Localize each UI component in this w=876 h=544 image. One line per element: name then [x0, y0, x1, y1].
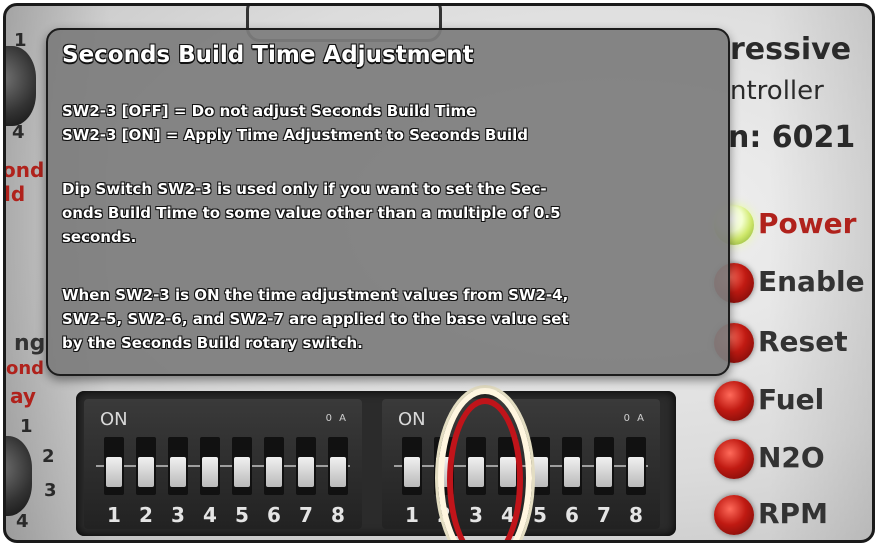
rotary-bottom-mark-1: 1	[20, 416, 33, 437]
switch-knob	[298, 457, 314, 487]
switch-knob	[202, 457, 218, 487]
sw2-number-8: 8	[629, 503, 643, 527]
left-mid-label-2: ond	[6, 358, 45, 379]
tooltip-title: Seconds Build Time Adjustment	[62, 42, 474, 68]
tooltip-paragraph-2-line-2: SW2-5, SW2-6, and SW2-7 are applied to t…	[62, 310, 569, 328]
tooltip-paragraph-2-line-1: When SW2-3 is ON the time adjustment val…	[62, 286, 569, 304]
led-row-n2o: N2O	[706, 435, 872, 485]
power-label: Power	[758, 207, 857, 240]
sw2-switch-7[interactable]	[594, 437, 614, 495]
enable-label: Enable	[758, 265, 865, 298]
sw2-number-1: 1	[405, 503, 419, 527]
sw2-number-7: 7	[597, 503, 611, 527]
sw1-switch-5[interactable]	[232, 437, 252, 495]
dip-bank-1-corner-label: 0 A	[325, 413, 348, 424]
led-row-enable: Enable	[706, 259, 872, 309]
sw1-number-5: 5	[235, 503, 249, 527]
n2o-label: N2O	[758, 441, 825, 474]
sw1-number-8: 8	[331, 503, 345, 527]
led-row-rpm: RPM	[706, 491, 872, 540]
switch-knob	[170, 457, 186, 487]
sw1-number-4: 4	[203, 503, 217, 527]
rotary-top-mark-1: 1	[14, 30, 27, 51]
dip-bank-1-on-label: ON	[100, 409, 128, 430]
rotary-bottom-mark-2: 2	[42, 446, 55, 467]
switch-knob	[564, 457, 580, 487]
n2o-led	[714, 439, 754, 479]
switch-knob	[234, 457, 250, 487]
tooltip-paragraph-1-line-1: Dip Switch SW2-3 is used only if you wan…	[62, 180, 547, 198]
switch-knob	[628, 457, 644, 487]
reset-label: Reset	[758, 325, 848, 358]
sw1-switch-3[interactable]	[168, 437, 188, 495]
sw2-switch-6[interactable]	[562, 437, 582, 495]
left-red-label-1: ond	[3, 158, 45, 182]
rotary-bottom-mark-3: 3	[44, 480, 57, 501]
sw1-switch-4[interactable]	[200, 437, 220, 495]
sw1-switch-6[interactable]	[264, 437, 284, 495]
tooltip-paragraph-2-line-3: by the Seconds Build rotary switch.	[62, 334, 363, 352]
led-row-fuel: Fuel	[706, 377, 872, 427]
rotary-top-mark-4: 4	[12, 122, 25, 143]
tooltip-line-off: SW2-3 [OFF] = Do not adjust Seconds Buil…	[62, 102, 477, 120]
header-text-1: ressive	[730, 32, 852, 67]
sw2-number-6: 6	[565, 503, 579, 527]
sw1-number-1: 1	[107, 503, 121, 527]
sw2-switch-5[interactable]	[530, 437, 550, 495]
sw1-switch-7[interactable]	[296, 437, 316, 495]
switch-knob	[532, 457, 548, 487]
sw2-number-5: 5	[533, 503, 547, 527]
switch-knob	[106, 457, 122, 487]
sw1-switch-2[interactable]	[136, 437, 156, 495]
dip-bank-2-on-label: ON	[398, 409, 426, 430]
dip-bank-sw1: ON 0 A 1 2 3 4 5 6 7 8	[84, 399, 362, 529]
rotary-bottom-mark-4: 4	[16, 511, 29, 532]
switch-knob	[596, 457, 612, 487]
tooltip-paragraph-1-line-3: seconds.	[62, 228, 137, 246]
sw2-switch-1[interactable]	[402, 437, 422, 495]
tooltip-paragraph-1-line-2: onds Build Time to some value other than…	[62, 204, 561, 222]
sw1-switch-1[interactable]	[104, 437, 124, 495]
left-mid-label-3: ay	[10, 384, 36, 408]
fuel-led	[714, 381, 754, 421]
dip-switch-area: ON 0 A 1 2 3 4 5 6 7 8 ON 0 A 1 2 3 4 5 …	[76, 391, 676, 536]
switch-knob	[404, 457, 420, 487]
sw2-switch-8[interactable]	[626, 437, 646, 495]
led-column: Power Enable Reset Fuel N2O RPM	[706, 201, 872, 535]
tooltip-line-on: SW2-3 [ON] = Apply Time Adjustment to Se…	[62, 126, 529, 144]
sw1-number-7: 7	[299, 503, 313, 527]
dip-bank-2-corner-label: 0 A	[623, 413, 646, 424]
sw1-switch-8[interactable]	[328, 437, 348, 495]
switch-knob	[266, 457, 282, 487]
sw1-number-2: 2	[139, 503, 153, 527]
header-text-3: n: 6021	[728, 120, 856, 155]
rpm-led	[714, 495, 754, 535]
rpm-label: RPM	[758, 497, 828, 530]
screenshot-frame: 1 4 ond ld ng ond ay 1 2 3 4 ressive ntr…	[3, 3, 875, 543]
switch-knob	[330, 457, 346, 487]
left-red-label-2: ld	[4, 182, 26, 206]
sw1-number-6: 6	[267, 503, 281, 527]
fuel-label: Fuel	[758, 383, 825, 416]
info-tooltip: Seconds Build Time Adjustment SW2-3 [OFF…	[46, 28, 730, 376]
switch-knob	[138, 457, 154, 487]
led-row-power: Power	[706, 201, 872, 251]
header-text-2: ntroller	[730, 76, 824, 106]
left-mid-label-1: ng	[14, 331, 46, 356]
sw1-number-3: 3	[171, 503, 185, 527]
led-row-reset: Reset	[706, 319, 872, 369]
